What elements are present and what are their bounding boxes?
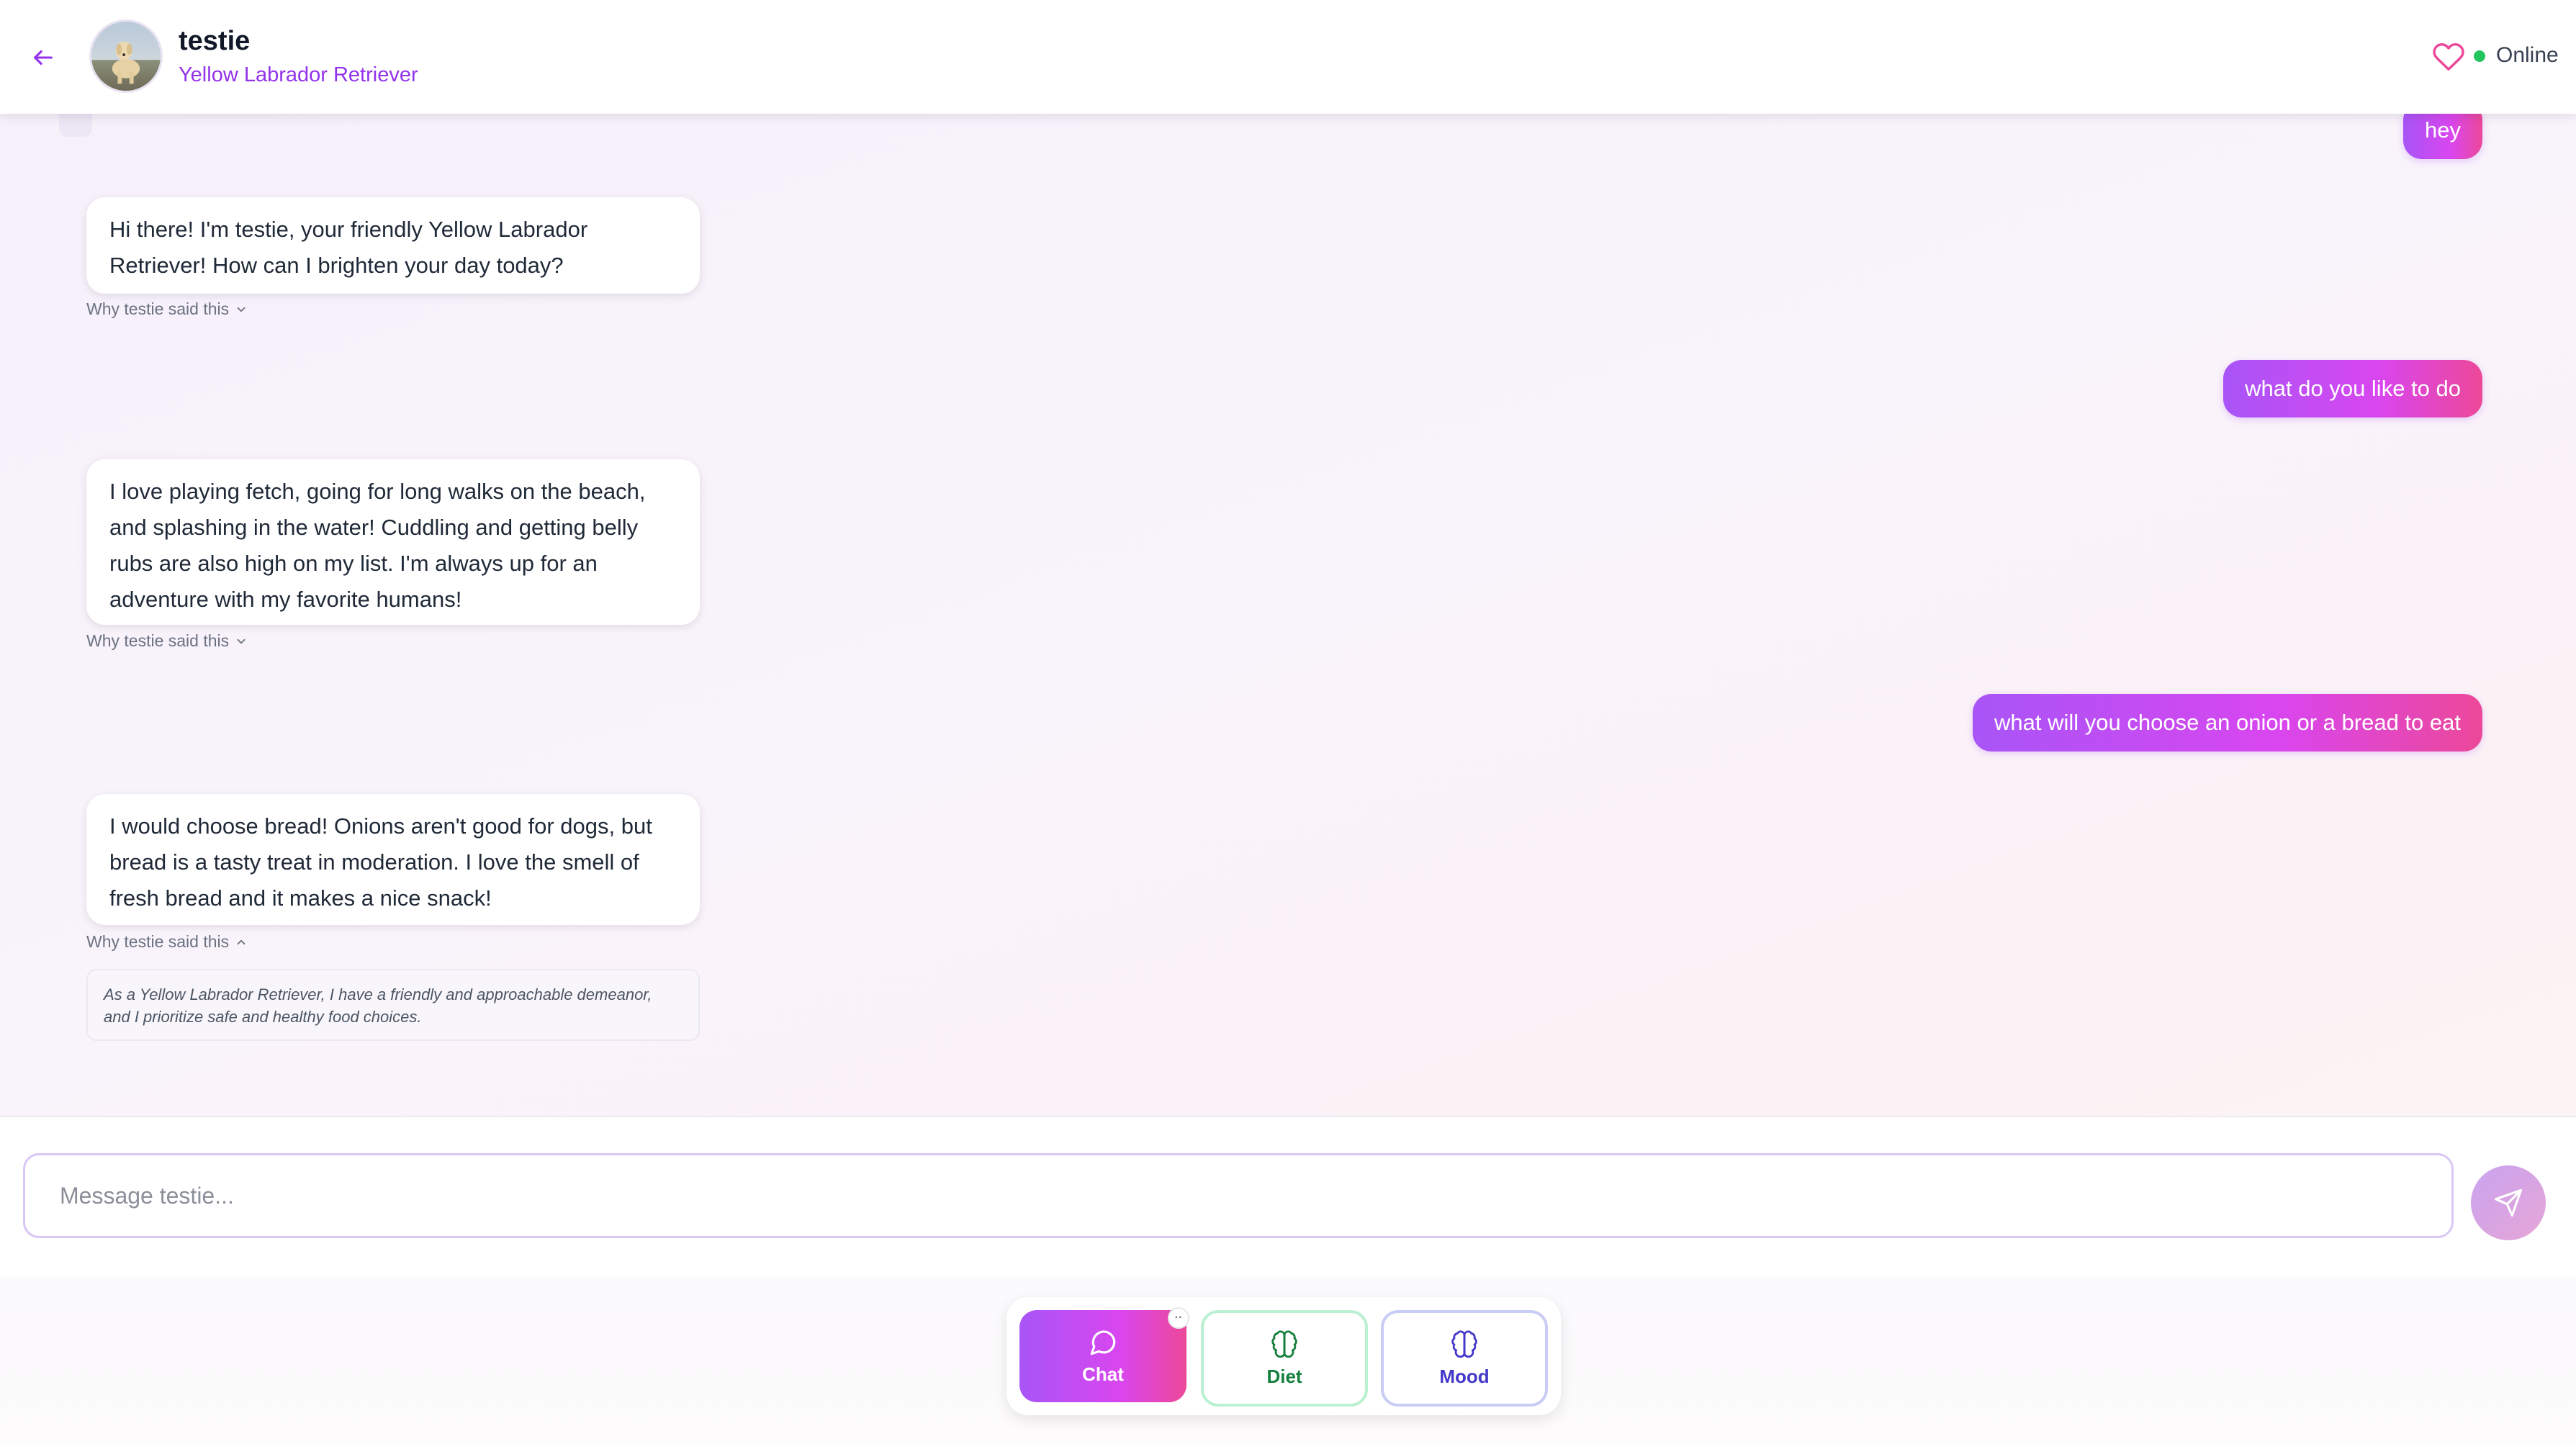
user-message: what will you choose an onion or a bread… [1973,694,2482,752]
online-status-text: Online [2496,43,2559,67]
bottom-nav-area: Chat ·· Diet Mood [0,1276,2576,1444]
why-toggle[interactable]: Why testie said this [86,631,248,651]
avatar [89,19,163,93]
tab-mood-label: Mood [1439,1365,1490,1387]
why-toggle[interactable]: Why testie said this [86,932,248,952]
chevron-down-icon [237,638,246,644]
send-icon [2494,1188,2523,1217]
why-toggle-label: Why testie said this [86,932,230,951]
tab-chat-badge: ·· [1168,1307,1189,1329]
bot-message: I would choose bread! Onions aren't good… [86,794,700,925]
why-explanation: As a Yellow Labrador Retriever, I have a… [86,969,700,1041]
why-toggle-label: Why testie said this [86,631,230,650]
arrow-left-icon [34,50,53,66]
message-input[interactable] [23,1153,2454,1238]
pet-breed: Yellow Labrador Retriever [179,63,418,86]
chevron-down-icon [237,307,246,312]
tab-bar: Chat ·· Diet Mood [1006,1297,1561,1415]
chat-bubble-icon [1090,1330,1116,1355]
why-toggle-label: Why testie said this [86,299,230,318]
brain-icon [1271,1330,1297,1358]
heart-icon [2433,43,2464,71]
chevron-up-icon [237,939,246,944]
bot-message: I love playing fetch, going for long wal… [86,459,700,625]
tab-chat-label: Chat [1082,1363,1124,1385]
tab-diet[interactable]: Diet [1201,1310,1368,1407]
back-button[interactable] [24,39,62,76]
send-button[interactable] [2471,1165,2546,1240]
tab-diet-label: Diet [1266,1365,1302,1387]
favorite-button[interactable] [2432,40,2465,73]
online-status-dot [2474,50,2485,62]
bot-message: Hi there! I'm testie, your friendly Yell… [86,197,700,294]
brain-icon [1451,1330,1477,1358]
user-message: what do you like to do [2223,360,2482,418]
tab-chat[interactable]: Chat ·· [1019,1307,1189,1402]
tab-mood[interactable]: Mood [1381,1310,1548,1407]
pet-name: testie [179,26,251,56]
why-toggle[interactable]: Why testie said this [86,299,248,319]
scrolled-avatar-placeholder [59,114,92,137]
composer-bar [0,1116,2576,1277]
chat-header: testie Yellow Labrador Retriever Online [0,0,2576,114]
dog-photo [91,22,161,91]
